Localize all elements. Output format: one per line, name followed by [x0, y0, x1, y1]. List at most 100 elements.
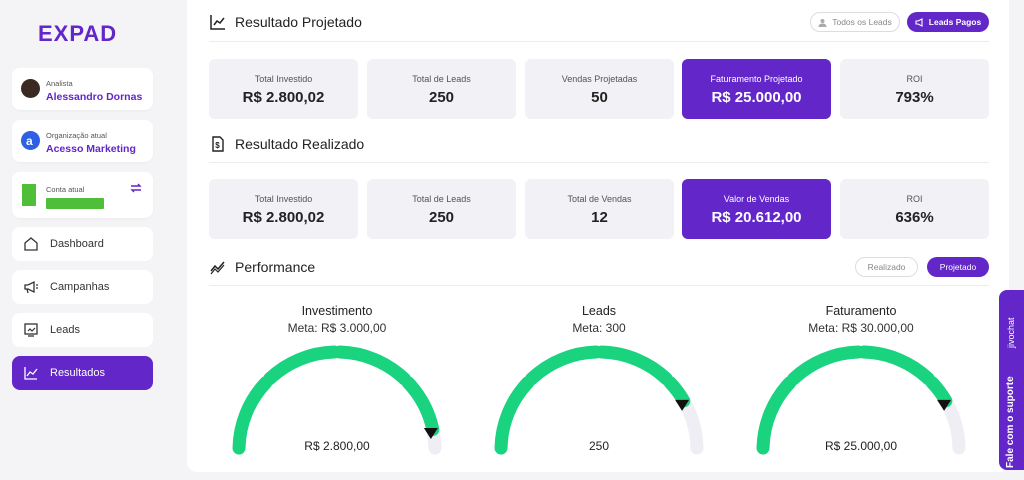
main-panel: Resultado Projetado Todos os Leads Leads…: [187, 0, 1009, 472]
metric-label: Total de Leads: [412, 74, 471, 84]
gauge-fill-segment: [401, 376, 440, 437]
toggle-realizado-button[interactable]: Realizado: [855, 257, 918, 277]
divider: [209, 285, 989, 286]
support-label: Fale com o suporte: [1005, 376, 1016, 468]
home-icon: [22, 235, 40, 253]
metric-label: Vendas Projetadas: [561, 74, 638, 84]
sidebar-item-dashboard[interactable]: Dashboard: [12, 227, 153, 261]
gauge-title: Investimento: [301, 304, 373, 318]
metric-label: Total Investido: [254, 194, 313, 204]
sidebar-item-label: Campanhas: [50, 281, 110, 293]
metric-card: ROI 636%: [840, 179, 989, 239]
metric-value: 250: [428, 209, 455, 226]
account-label: Conta atual: [46, 185, 85, 194]
receipt-icon: $: [209, 135, 227, 153]
toggle-projetado-label: Projetado: [939, 262, 977, 272]
metric-card-highlighted: Faturamento Projetado R$ 25.000,00: [682, 59, 831, 119]
metric-value: 636%: [895, 209, 934, 226]
filter-paid-label: Leads Pagos: [928, 17, 982, 27]
trend-chart-icon: [209, 13, 227, 31]
organization-name: Acesso Marketing: [46, 143, 136, 155]
gauge-value: R$ 2.800,00: [304, 439, 370, 453]
gauge-track: [756, 345, 966, 455]
organization-label: Organização atual: [46, 131, 107, 140]
toggle-realizado-label: Realizado: [867, 262, 906, 272]
metric-label: Valor de Vendas: [723, 194, 790, 204]
organization-icon: a: [21, 131, 40, 150]
sidebar-item-leads[interactable]: Leads: [12, 313, 153, 347]
section-performance-header: Performance: [209, 258, 315, 276]
performance-trend-icon: [209, 258, 227, 276]
sidebar-item-label: Leads: [50, 324, 80, 336]
megaphone-icon: [915, 17, 923, 27]
metric-card: ROI 793%: [840, 59, 989, 119]
sidebar-item-label: Dashboard: [50, 238, 104, 250]
metric-label: Total Investido: [254, 74, 313, 84]
metric-label: Total de Vendas: [567, 194, 632, 204]
metric-label: Faturamento Projetado: [710, 74, 803, 84]
account-name-redacted: [46, 198, 104, 209]
gauge-meta: Meta: 300: [572, 321, 626, 335]
section-title: Performance: [235, 259, 316, 275]
gauge-leads: Leads Meta: 300 250: [484, 300, 714, 470]
sidebar-item-campanhas[interactable]: Campanhas: [12, 270, 153, 304]
support-chat-button[interactable]: Fale com o suporte jivochat: [999, 290, 1024, 470]
metric-value: R$ 2.800,02: [242, 89, 325, 106]
toggle-projetado-button[interactable]: Projetado: [927, 257, 989, 277]
metric-value: 250: [428, 89, 455, 106]
metric-card: Total de Leads 250: [367, 59, 516, 119]
gauge-meta: Meta: R$ 3.000,00: [287, 321, 387, 335]
divider: [209, 162, 989, 163]
leads-chart-icon: [22, 321, 40, 339]
gauge-title: Faturamento: [825, 304, 897, 318]
gauge-investimento: Investimento Meta: R$ 3.000,00 R$ 2.800,…: [222, 300, 452, 470]
metric-label: ROI: [906, 74, 923, 84]
gauge-meta: Meta: R$ 30.000,00: [808, 321, 914, 335]
gauge-faturamento: Faturamento Meta: R$ 30.000,00 R$ 25.000…: [746, 300, 976, 470]
filter-all-leads-button[interactable]: Todos os Leads: [810, 12, 900, 32]
gauge-fill-segment: [663, 376, 691, 408]
gauge-track: [232, 345, 442, 455]
metric-value: R$ 2.800,02: [242, 209, 325, 226]
metric-value: 12: [591, 209, 608, 226]
swap-icon[interactable]: [130, 183, 142, 193]
gauge-title: Leads: [581, 304, 617, 318]
expad-logo[interactable]: EXPAD: [38, 22, 128, 44]
sidebar: EXPAD Analista Alessandro Dornas a Organ…: [0, 0, 170, 480]
section-projected-header: Resultado Projetado: [209, 13, 362, 31]
section-realized-header: $ Resultado Realizado: [209, 135, 364, 153]
section-title: Resultado Realizado: [235, 136, 365, 152]
line-chart-icon: [22, 364, 40, 382]
organization-card[interactable]: a Organização atual Acesso Marketing: [12, 120, 153, 162]
filter-all-label: Todos os Leads: [832, 17, 892, 27]
jivochat-brand: jivochat: [1006, 317, 1016, 348]
divider: [209, 41, 989, 42]
user-icon: [818, 18, 827, 27]
sidebar-item-resultados[interactable]: Resultados: [12, 356, 153, 390]
analyst-avatar: [21, 79, 40, 98]
metric-card: Total de Leads 250: [367, 179, 516, 239]
svg-text:a: a: [26, 134, 33, 148]
filter-paid-leads-button[interactable]: Leads Pagos: [907, 12, 989, 32]
gauge-track: [494, 345, 704, 455]
account-flag-icon: [22, 184, 36, 206]
gauge-value: R$ 25.000,00: [824, 439, 898, 453]
megaphone-icon: [22, 278, 40, 296]
sidebar-item-label: Resultados: [50, 367, 106, 379]
analyst-name: Alessandro Dornas: [46, 91, 143, 103]
metric-card: Total Investido R$ 2.800,02: [209, 179, 358, 239]
metric-value: 50: [591, 89, 608, 106]
metric-card: Total Investido R$ 2.800,02: [209, 59, 358, 119]
metric-value: R$ 20.612,00: [711, 209, 802, 226]
metric-card: Vendas Projetadas 50: [525, 59, 674, 119]
section-title: Resultado Projetado: [235, 14, 362, 30]
analyst-card[interactable]: Analista Alessandro Dornas: [12, 68, 153, 110]
metric-label: Total de Leads: [412, 194, 471, 204]
metric-card: Total de Vendas 12: [525, 179, 674, 239]
metric-value: 793%: [895, 89, 934, 106]
account-card[interactable]: Conta atual: [12, 172, 153, 218]
metric-label: ROI: [906, 194, 923, 204]
page-edge: [1012, 0, 1024, 290]
metric-card-highlighted: Valor de Vendas R$ 20.612,00: [682, 179, 831, 239]
analyst-label: Analista: [46, 79, 73, 88]
